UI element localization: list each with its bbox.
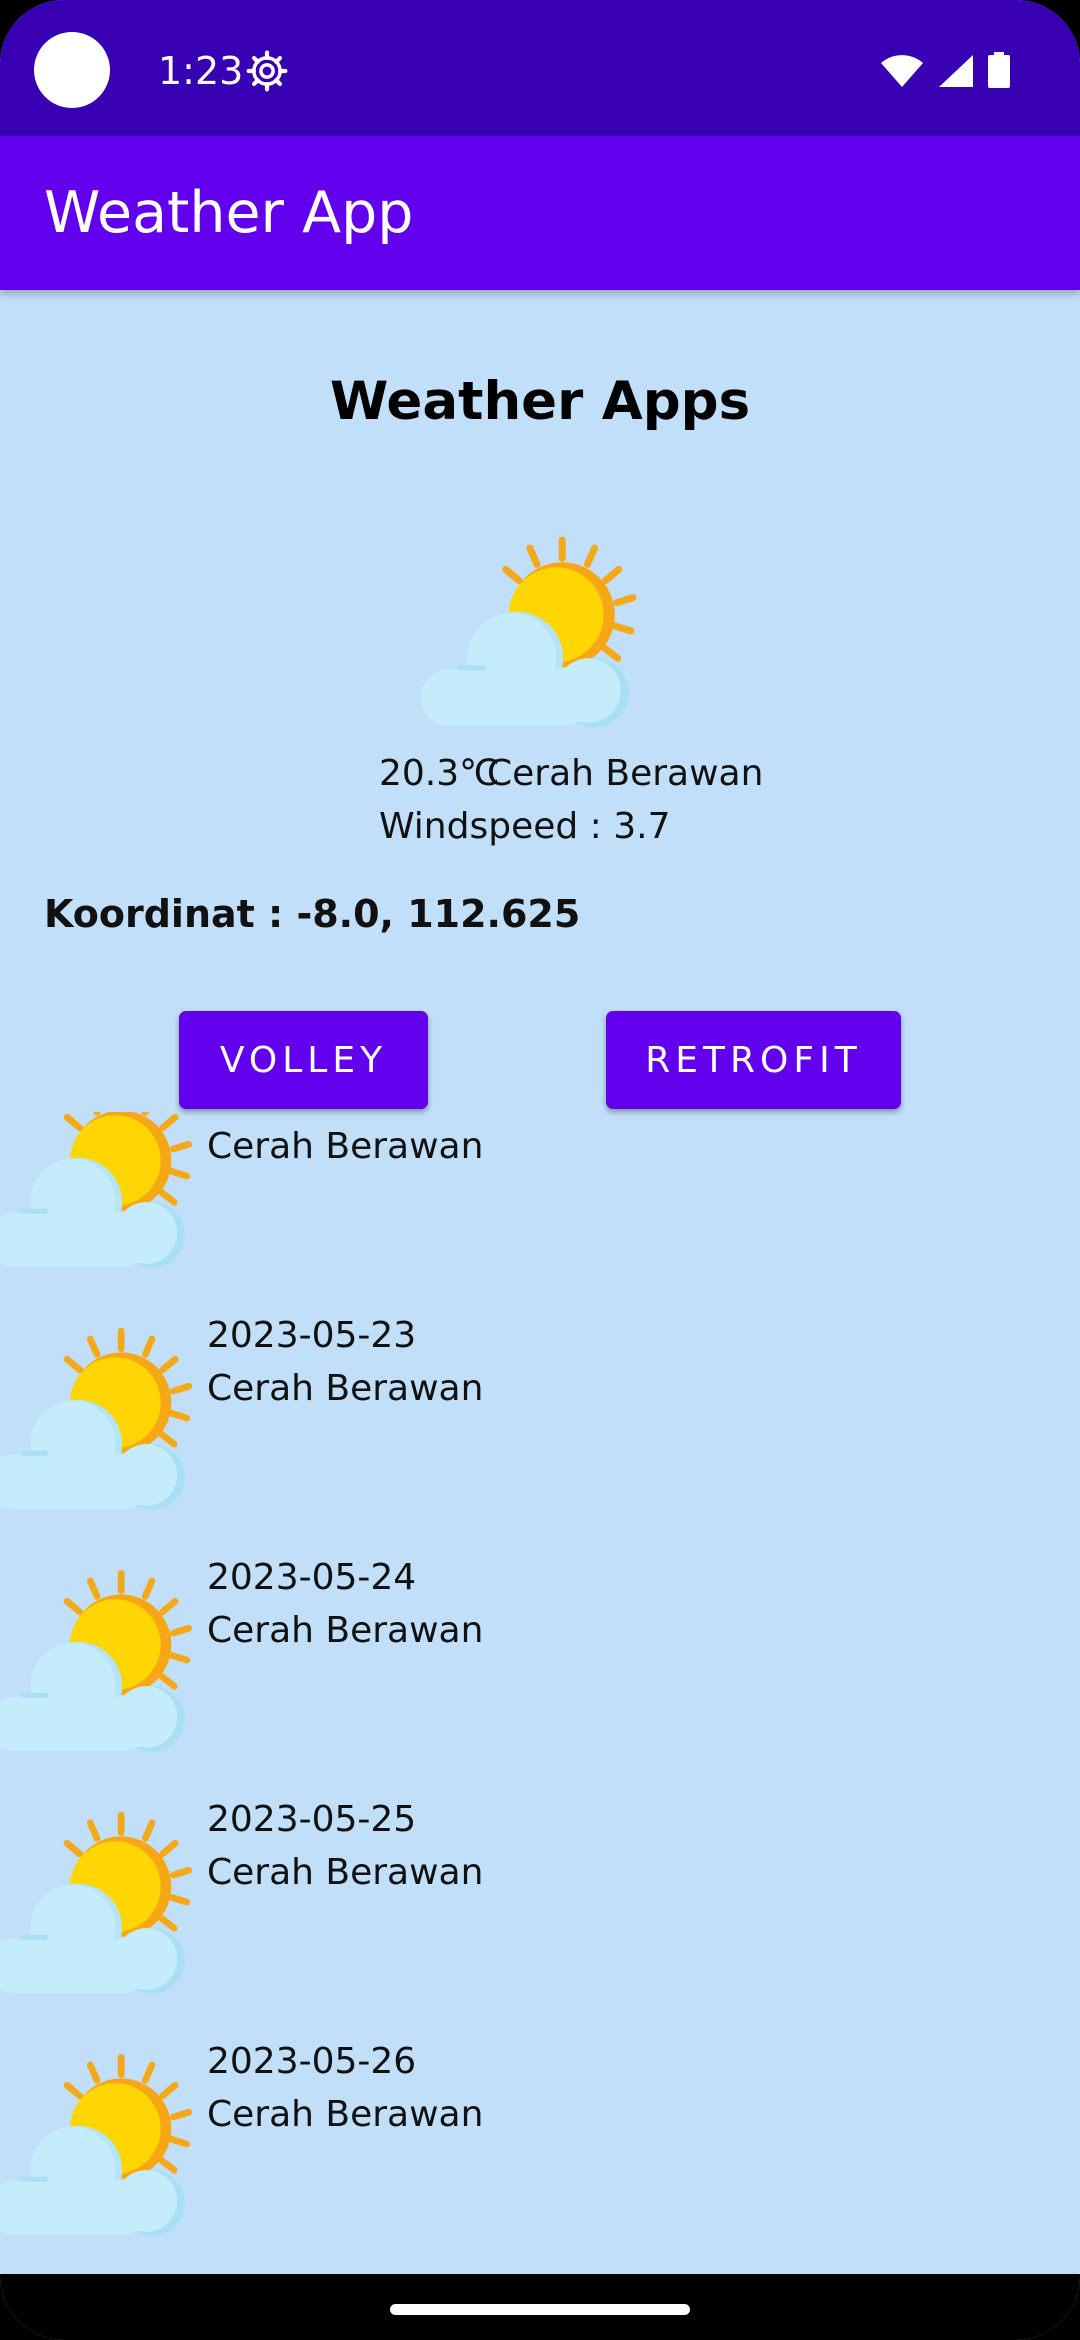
current-condition: Cerah Berawan: [487, 753, 764, 794]
sun-cloud-icon: [0, 1806, 208, 2002]
navigation-bar: [0, 2274, 1080, 2340]
list-item[interactable]: 2023-05-24 Cerah Berawan: [0, 1554, 1080, 1796]
home-gesture-handle[interactable]: [390, 2304, 690, 2315]
coordinates: Koordinat : -8.0, 112.625: [44, 892, 581, 936]
forecast-list[interactable]: 2023-05-22 Cerah Berawan 2023-05-23 Cera…: [0, 1112, 1080, 2274]
sun-cloud-icon: [420, 532, 654, 734]
forecast-condition: Cerah Berawan: [207, 2094, 484, 2135]
settings-gear-icon: [246, 50, 288, 92]
list-item[interactable]: 2023-05-22 Cerah Berawan: [0, 1112, 1080, 1312]
forecast-date: 2023-05-26: [207, 2041, 417, 2082]
sun-cloud-icon: [0, 1322, 208, 1518]
forecast-condition: Cerah Berawan: [207, 1126, 484, 1167]
camera-cutout: [34, 32, 110, 108]
current-temperature: 20.3℃: [379, 753, 500, 794]
current-windspeed: Windspeed : 3.7: [379, 806, 671, 847]
forecast-condition: Cerah Berawan: [207, 1852, 484, 1893]
retrofit-button[interactable]: RETROFIT: [606, 1011, 901, 1109]
forecast-condition: Cerah Berawan: [207, 1368, 484, 1409]
status-time: 1:23: [158, 49, 244, 93]
list-item[interactable]: 2023-05-26 Cerah Berawan: [0, 2038, 1080, 2274]
forecast-date: 2023-05-23: [207, 1315, 417, 1356]
volley-button[interactable]: VOLLEY: [179, 1011, 428, 1109]
app-title: Weather App: [44, 180, 414, 246]
page-heading: Weather Apps: [329, 371, 751, 432]
battery-icon: [988, 52, 1010, 88]
sun-cloud-icon: [0, 1112, 208, 1276]
forecast-condition: Cerah Berawan: [207, 1610, 484, 1651]
list-item[interactable]: 2023-05-23 Cerah Berawan: [0, 1312, 1080, 1554]
app-bar: Weather App: [0, 136, 1080, 290]
sun-cloud-icon: [0, 1564, 208, 1760]
list-item[interactable]: 2023-05-25 Cerah Berawan: [0, 1796, 1080, 2038]
forecast-date: 2023-05-24: [207, 1557, 417, 1598]
wifi-icon: [881, 55, 923, 87]
status-bar: 1:23: [0, 0, 1080, 136]
forecast-date: 2023-05-25: [207, 1799, 417, 1840]
app-screen: 1:23 Weather App Weather Apps 20.3℃ Cera…: [0, 0, 1080, 2340]
forecast-date: 2023-05-22: [207, 1112, 416, 1116]
cell-signal-icon: [939, 55, 973, 87]
sun-cloud-icon: [0, 2048, 208, 2244]
